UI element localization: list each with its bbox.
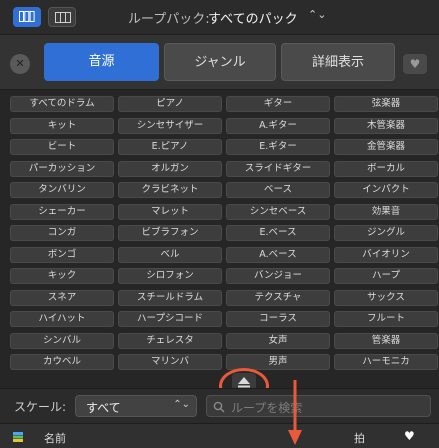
keyword-button[interactable]: バイオリン: [334, 246, 438, 263]
keyword-button[interactable]: シロフォン: [118, 268, 222, 284]
keyword-button[interactable]: ピアノ: [118, 96, 222, 112]
keyword-button[interactable]: 木管楽器: [334, 117, 438, 134]
favorites-heart-icon[interactable]: ♥: [403, 54, 427, 74]
keyword-button[interactable]: スチールドラム: [118, 289, 222, 306]
keyword-button[interactable]: ハープシコード: [118, 311, 222, 327]
column-view-icon: [55, 12, 71, 23]
category-tab-row: ✕ 音源 ジャンル 詳細表示 ♥: [0, 34, 439, 90]
scale-label: スケール:: [14, 400, 67, 414]
top-toolbar: ループパック: すべてのパック ⌃⌄: [0, 0, 439, 34]
keyword-button[interactable]: スライドギター: [226, 160, 330, 177]
keyword-button[interactable]: シェーカー: [10, 203, 114, 220]
keyword-button[interactable]: ギター: [226, 96, 330, 112]
keyword-button[interactable]: シンセサイザー: [118, 117, 222, 134]
scale-value: すべて: [86, 401, 121, 415]
reset-icon[interactable]: ✕: [10, 54, 30, 74]
keyword-button[interactable]: パーカッション: [10, 160, 114, 177]
column-beat[interactable]: 拍: [354, 430, 365, 446]
chevron-updown-icon: ⌃⌄: [173, 399, 190, 410]
keyword-button[interactable]: バンジョー: [226, 268, 330, 284]
scale-select[interactable]: すべて ⌃⌄: [75, 395, 197, 417]
keyword-button[interactable]: サックス: [334, 289, 438, 306]
keyword-button[interactable]: すべてのドラム: [10, 96, 114, 112]
keyword-button[interactable]: ハーモニカ: [334, 354, 438, 370]
keyword-button[interactable]: ベース: [226, 182, 330, 198]
grid-view-icon: [19, 11, 35, 22]
keyword-button[interactable]: テクスチャ: [226, 289, 330, 306]
keyword-button[interactable]: キット: [10, 117, 114, 134]
keyword-button[interactable]: タンバリン: [10, 182, 114, 198]
keyword-button[interactable]: ジングル: [334, 225, 438, 241]
keyword-button[interactable]: ハイハット: [10, 311, 114, 327]
tab-instrument[interactable]: 音源: [44, 43, 159, 81]
keyword-button[interactable]: マレット: [118, 203, 222, 220]
annotation-arrow: [288, 380, 302, 445]
keyword-button[interactable]: 金管楽器: [334, 139, 438, 155]
keyword-button[interactable]: 管楽器: [334, 332, 438, 349]
chevron-updown-icon[interactable]: ⌃⌄: [308, 8, 326, 21]
keyword-button[interactable]: ビブラフォン: [118, 225, 222, 241]
keyword-button[interactable]: ボーカル: [334, 160, 438, 177]
keyword-button[interactable]: A.ギター: [226, 117, 330, 134]
keyword-button[interactable]: チェレスタ: [118, 332, 222, 349]
keyword-button[interactable]: ベル: [118, 246, 222, 263]
loop-type-icon: [13, 432, 23, 442]
keyword-button[interactable]: マリンバ: [118, 354, 222, 370]
keyword-button[interactable]: コンガ: [10, 225, 114, 241]
keyword-button[interactable]: 女声: [226, 332, 330, 349]
tab-descriptors[interactable]: 詳細表示: [281, 43, 395, 81]
keyword-grid: すべてのドラム ピアノ ギター 弦楽器 キット シンセサイザー A.ギター 木管楽器 ビート E.…: [10, 96, 438, 370]
keyword-button[interactable]: スネア: [10, 289, 114, 306]
keyword-button[interactable]: ハープ: [334, 268, 438, 284]
keyword-button[interactable]: シンバル: [10, 332, 114, 349]
tab-genre[interactable]: ジャンル: [164, 43, 276, 81]
keyword-button[interactable]: シンセベース: [226, 203, 330, 220]
keyword-button[interactable]: 弦楽器: [334, 96, 438, 112]
keyword-button[interactable]: オルガン: [118, 160, 222, 177]
grid-view-button[interactable]: [13, 7, 41, 27]
results-header: 名前 拍 ♥: [0, 423, 439, 448]
keyword-button[interactable]: E.ピアノ: [118, 139, 222, 155]
column-name[interactable]: 名前: [44, 430, 66, 446]
keyword-button[interactable]: コーラス: [226, 311, 330, 327]
column-view-button[interactable]: [48, 7, 76, 27]
keyword-button[interactable]: インパクト: [334, 182, 438, 198]
loop-pack-select[interactable]: すべてのパック: [208, 8, 298, 27]
keyword-button[interactable]: クラビネット: [118, 182, 222, 198]
keyword-button[interactable]: 効果音: [334, 203, 438, 220]
keyword-button[interactable]: E.ギター: [226, 139, 330, 155]
keyword-button[interactable]: カウベル: [10, 354, 114, 370]
keyword-button[interactable]: ボンゴ: [10, 246, 114, 263]
search-input[interactable]: ループを検索: [206, 395, 431, 417]
scale-search-bar: スケール: すべて ⌃⌄ ループを検索: [0, 388, 439, 423]
loop-pack-label: ループパック:: [128, 12, 210, 27]
keyword-button[interactable]: A.ベース: [226, 246, 330, 263]
keyword-button[interactable]: キック: [10, 268, 114, 284]
keyword-button[interactable]: フルート: [334, 311, 438, 327]
keyword-button[interactable]: ビート: [10, 139, 114, 155]
search-icon: [213, 401, 225, 413]
keyword-button[interactable]: E.ベース: [226, 225, 330, 241]
favorite-column-heart-icon[interactable]: ♥: [404, 429, 415, 443]
